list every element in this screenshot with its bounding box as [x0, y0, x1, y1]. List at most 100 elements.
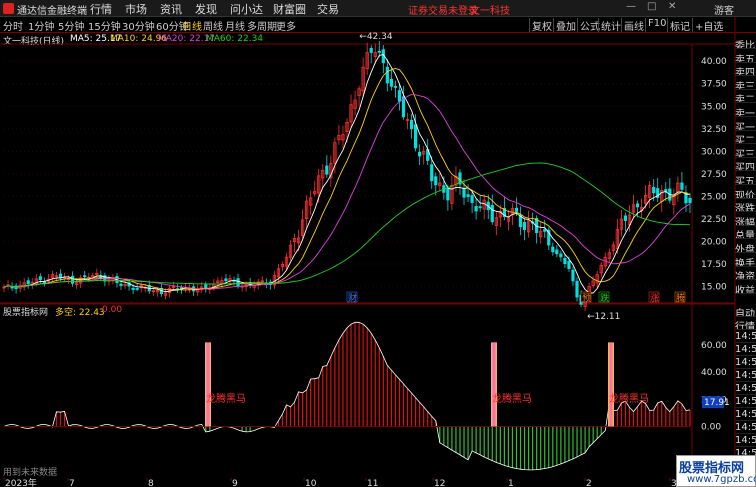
date-label: 9	[232, 479, 238, 487]
ma5-line	[3, 53, 691, 294]
tick-time-label: 14:50	[735, 383, 756, 395]
candle-body	[490, 204, 494, 223]
date-label: 11	[367, 479, 378, 487]
date-label: 2023年	[5, 477, 37, 487]
quote-label: 委比	[735, 37, 756, 49]
quote-label: 总量	[735, 227, 756, 240]
candle-body	[543, 229, 547, 232]
candle-body	[466, 194, 470, 198]
quote-label: 涨跌	[735, 200, 756, 213]
candle-body	[559, 253, 563, 258]
price-tick-label: 17.50	[701, 260, 727, 270]
price-tick-label: 40.00	[701, 57, 727, 67]
candle-body	[393, 86, 398, 88]
event-marker-label: 预	[582, 293, 591, 304]
date-label: 12	[434, 479, 445, 487]
candle-body	[635, 203, 640, 208]
event-marker-label: 涨	[650, 293, 659, 304]
watermark-logo: 股票指标网 www.7gpzb.com	[676, 455, 756, 487]
sub-indicator-value2: 0.00	[102, 305, 123, 315]
price-tick-label: 32.50	[701, 125, 727, 135]
event-marker-label: 跌	[600, 293, 609, 304]
candle-body	[551, 246, 555, 253]
high-price-label: ←42.34	[359, 32, 393, 42]
candle-body	[236, 278, 240, 287]
signal-label: 龙腾黑马	[609, 392, 649, 405]
watermark-url: www.7gpzb.com	[687, 474, 756, 485]
quote-label: 涨幅	[735, 214, 756, 226]
quote-label: 卖二	[735, 91, 756, 104]
price-tick-label: 25.00	[701, 192, 727, 202]
sub-tick-label: 60.00	[701, 341, 727, 351]
candle-body	[555, 249, 559, 255]
date-label: 1	[508, 479, 514, 487]
candle-body	[522, 221, 527, 231]
future-data-note: 用到未来数据	[3, 468, 58, 478]
price-tick-label: 22.50	[701, 215, 727, 225]
price-tick-label: 20.00	[701, 237, 727, 247]
sub-tick-label: 0.00	[701, 422, 721, 432]
quote-label: 卖一	[735, 105, 756, 117]
event-marker-label: 腾	[676, 292, 685, 304]
candle-body	[10, 286, 14, 289]
price-tick-label: 27.50	[701, 170, 727, 180]
quote-label: 买一	[735, 119, 756, 131]
quote-label: 卖五	[735, 51, 756, 63]
date-label: 7	[69, 479, 75, 487]
date-label: 2	[586, 479, 592, 487]
sub-indicator-value: 多空: 22.43	[55, 308, 105, 318]
date-label: 8	[148, 479, 154, 487]
price-tick-label: 35.00	[701, 102, 727, 112]
price-tick-label: 15.00	[701, 282, 727, 292]
candle-body	[389, 78, 393, 87]
quote-label: 买三	[735, 146, 756, 158]
tick-time-label: 14:50	[735, 422, 756, 434]
chart-canvas[interactable]: 龙腾黑马 龙腾黑马 龙腾黑马 ←42.34 ←12.11 财 预跌 涨 腾 40.00 37.50…	[0, 0, 756, 487]
sub-indicator-name: 股票指标网	[3, 308, 49, 318]
candle-body	[385, 66, 389, 84]
candle-body	[83, 275, 87, 278]
candle-body	[369, 48, 373, 53]
candle-body	[430, 164, 434, 182]
candle-body	[38, 276, 42, 281]
price-tick-label: 37.50	[701, 80, 727, 90]
candle-body	[204, 284, 208, 288]
candle-body	[474, 206, 478, 212]
signal-bar-inner	[206, 342, 210, 427]
sub-tick-label: 40.00	[701, 368, 727, 378]
event-marker-label: 财	[348, 292, 357, 304]
candle-body	[478, 206, 482, 209]
tick-time-label: 14:50	[735, 331, 756, 343]
tick-time-label: 14:50	[735, 435, 756, 447]
low-price-label: ←12.11	[587, 312, 620, 322]
tick-time-label: 14:50	[735, 409, 756, 421]
candle-body	[325, 165, 329, 175]
tick-time-label: 14:50	[735, 357, 756, 369]
tick-time-label: 14:50	[735, 344, 756, 356]
quote-label: 买二	[735, 132, 756, 145]
candle-body	[446, 187, 450, 201]
candle-body	[514, 207, 519, 212]
tick-time-label: 行情	[735, 318, 756, 330]
candle-body	[224, 278, 228, 282]
quote-label: 收益	[735, 282, 756, 294]
candle-body	[119, 283, 123, 286]
candle-body	[563, 257, 567, 264]
ma60-line	[3, 162, 691, 288]
signal-bar-inner	[609, 342, 613, 427]
tick-time-label: 14:50	[735, 370, 756, 382]
candle-body	[26, 280, 30, 285]
candle-body	[571, 269, 575, 282]
quote-label: 现价	[735, 187, 756, 199]
candle-body	[652, 186, 656, 194]
candle-body	[131, 287, 135, 290]
candle-body	[397, 90, 402, 102]
candle-body	[680, 182, 684, 190]
candle-body	[418, 151, 422, 157]
candle-body	[567, 260, 571, 269]
quote-label: 买五	[735, 173, 756, 185]
signal-label: 龙腾黑马	[206, 392, 246, 405]
tick-time-label: 自动	[735, 305, 756, 317]
price-tick-label: 30.00	[701, 147, 727, 157]
tick-time-label: 14:50	[735, 396, 756, 408]
